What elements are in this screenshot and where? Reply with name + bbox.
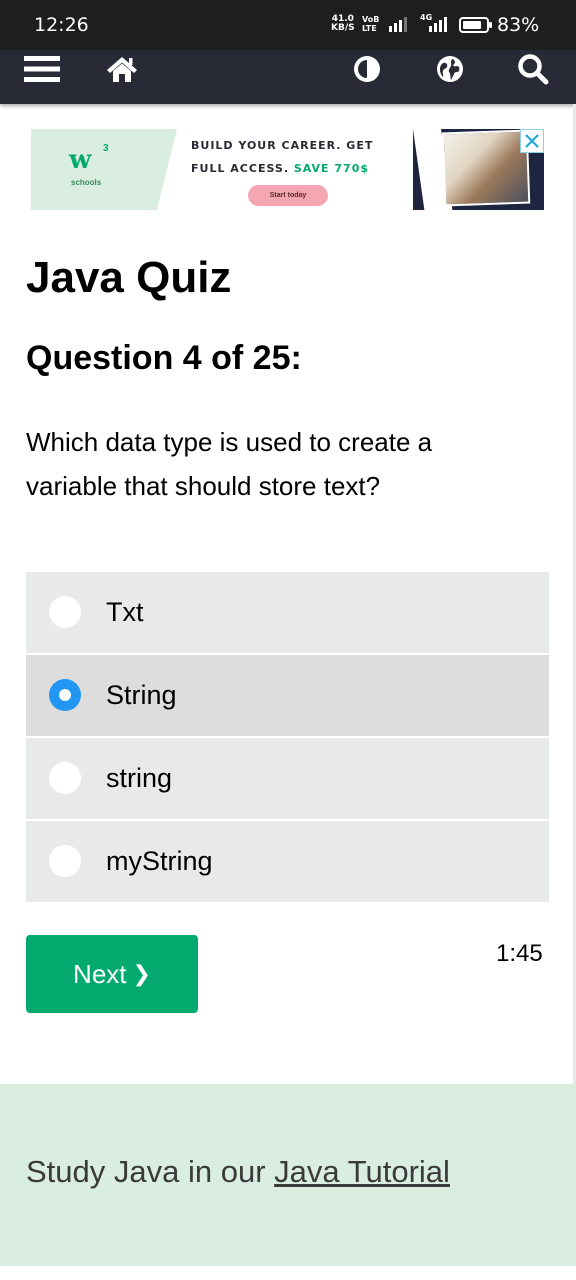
volte-bottom: LTE — [362, 24, 377, 33]
page-title: Java Quiz — [26, 253, 232, 302]
signal-icon — [389, 17, 407, 32]
contrast-icon[interactable] — [349, 50, 385, 88]
close-icon[interactable] — [520, 129, 544, 153]
ad-banner[interactable]: w 3 schools BUILD YOUR CAREER. GET FULL … — [31, 129, 544, 210]
network-speed: 41.0 KB/S — [331, 15, 355, 33]
radio-button[interactable] — [49, 679, 81, 711]
ad-cta-button[interactable]: Start today — [248, 185, 328, 206]
ad-headline-line2: FULL ACCESS. SAVE 770$ — [191, 162, 369, 175]
top-navbar — [0, 50, 576, 104]
w3schools-logo: w — [69, 145, 92, 175]
footer-text: Study Java in our Java Tutorial — [26, 1154, 450, 1190]
footer-prefix: Study Java in our — [26, 1154, 266, 1189]
radio-button[interactable] — [49, 762, 81, 794]
battery-icon — [459, 17, 492, 33]
radio-button[interactable] — [49, 596, 81, 628]
status-bar: 12:26 41.0 KB/S VoB LTE 4G 83% — [0, 0, 576, 50]
radio-button[interactable] — [49, 845, 81, 877]
menu-icon[interactable] — [24, 50, 60, 88]
home-icon[interactable] — [104, 50, 140, 88]
answer-label: String — [106, 680, 177, 710]
quiz-timer: 1:45 — [496, 940, 543, 967]
status-time: 12:26 — [34, 14, 89, 36]
signal-4g-icon — [429, 17, 447, 32]
globe-icon[interactable] — [432, 50, 468, 88]
battery-percent: 83% — [497, 14, 540, 36]
answer-label: myString — [106, 846, 213, 876]
next-button[interactable]: Next ❯ — [26, 935, 198, 1013]
question-text: Which data type is used to create a vari… — [26, 427, 433, 501]
footer-banner: Study Java in our Java Tutorial — [0, 1084, 576, 1266]
volte-top: VoB — [362, 15, 380, 24]
ad-headline-line1: BUILD YOUR CAREER. GET — [191, 139, 374, 152]
next-button-label: Next — [73, 958, 127, 989]
answer-options: Txt String string myString — [26, 572, 549, 904]
search-icon[interactable] — [514, 50, 552, 88]
network-speed-unit: KB/S — [331, 23, 355, 33]
chevron-right-icon: ❯ — [132, 961, 151, 986]
answer-label: string — [106, 763, 173, 793]
question-counter: Question 4 of 25: — [26, 339, 302, 377]
answer-option[interactable]: string — [26, 738, 549, 819]
ad-headline-save: SAVE 770$ — [293, 162, 370, 175]
answer-option[interactable]: myString — [26, 821, 549, 902]
answer-option[interactable]: String — [26, 655, 549, 736]
w3schools-logo-sup: 3 — [103, 143, 109, 154]
volte-indicator: VoB LTE — [362, 15, 379, 33]
answer-option[interactable]: Txt — [26, 572, 549, 653]
java-tutorial-link[interactable]: Java Tutorial — [274, 1154, 450, 1189]
w3schools-logo-caption: schools — [71, 178, 102, 187]
ad-logo-panel — [31, 129, 153, 210]
ad-headline-access: FULL ACCESS. — [191, 162, 289, 175]
answer-label: Txt — [106, 597, 144, 627]
